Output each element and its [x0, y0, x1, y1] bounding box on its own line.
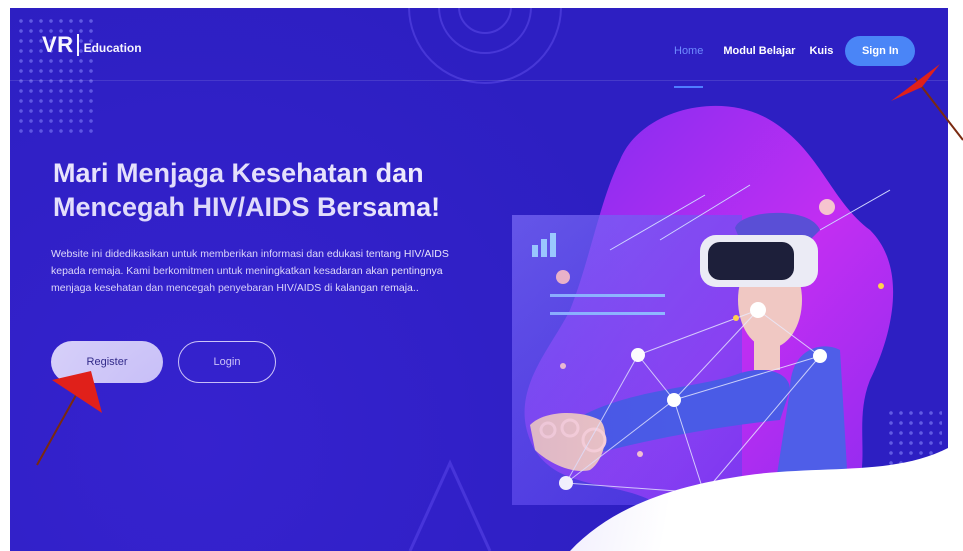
hero-section: VR Education Home Modul Belajar Kuis Sig… [10, 8, 948, 551]
white-wave [408, 448, 948, 551]
